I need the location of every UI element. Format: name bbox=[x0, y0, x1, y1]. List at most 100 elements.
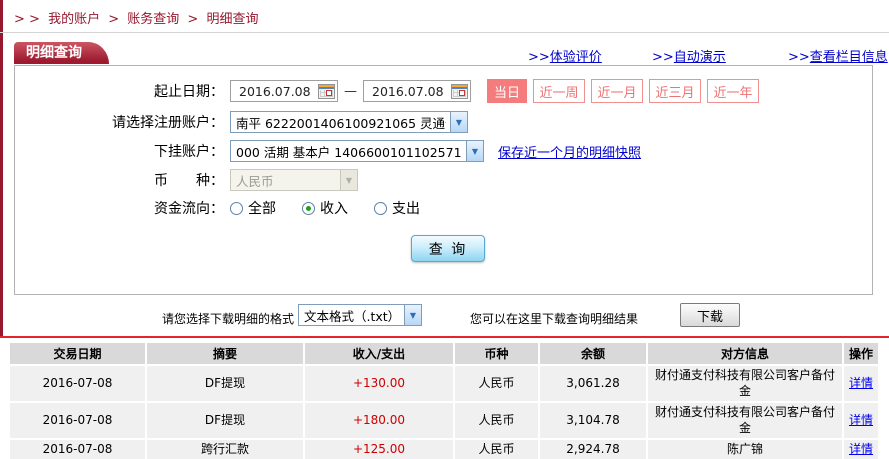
cell-balance: 3,061.28 bbox=[540, 366, 648, 404]
link-chevrons: >> bbox=[652, 50, 674, 65]
date-from-value: 2016.07.08 bbox=[239, 83, 311, 99]
query-button[interactable]: 查 询 bbox=[411, 235, 485, 262]
period-button-quarter[interactable]: 近三月 bbox=[649, 79, 701, 103]
currency-value: 人民币 bbox=[236, 173, 274, 189]
link-label: 自动演示 bbox=[673, 50, 726, 65]
link-label: 体验评价 bbox=[549, 50, 602, 65]
register-account-row: 请选择注册账户： 南平 6222001406100921065 灵通卡 bbox=[15, 109, 468, 135]
sub-account-label: 下挂账户： bbox=[154, 144, 224, 160]
currency-label: 币 种： bbox=[154, 173, 224, 189]
download-format-select[interactable]: 文本格式（.txt） bbox=[298, 304, 422, 326]
cell-summary: 跨行汇款 bbox=[147, 440, 305, 459]
breadcrumb-separator: > bbox=[187, 12, 199, 27]
detail-query-page: > > 我的账户 > 账务查询 > 明细查询 明细查询 >>体验评价 >>自动演… bbox=[0, 0, 889, 459]
experience-rating-link[interactable]: >>体验评价 bbox=[528, 46, 602, 65]
calendar-icon[interactable] bbox=[451, 83, 468, 99]
cell-summary: DF提现 bbox=[147, 366, 305, 404]
query-form: 起止日期： 2016.07.08 — 2016.07.08 当日 近一周 近一月… bbox=[14, 65, 873, 295]
cell-currency: 人民币 bbox=[455, 366, 540, 404]
auto-demo-link[interactable]: >>自动演示 bbox=[652, 46, 726, 65]
download-button[interactable]: 下载 bbox=[680, 303, 740, 327]
cell-date: 2016-07-08 bbox=[10, 403, 147, 441]
breadcrumb-separator: > bbox=[108, 12, 120, 27]
link-label: 查看栏目信息 bbox=[809, 50, 888, 65]
breadcrumb-item-account-query[interactable]: 账务查询 bbox=[127, 12, 179, 27]
left-border-strip bbox=[0, 0, 3, 338]
calendar-icon[interactable] bbox=[318, 83, 335, 99]
register-account-select[interactable]: 南平 6222001406100921065 灵通卡 bbox=[230, 111, 468, 133]
register-account-value: 南平 6222001406100921065 灵通卡 bbox=[236, 115, 446, 131]
radio-unchecked-icon bbox=[374, 201, 387, 215]
save-snapshot-link[interactable]: 保存近一个月的明细快照 bbox=[498, 142, 641, 161]
table-row: 2016-07-08 跨行汇款 +125.00 人民币 2,924.78 陈广锦… bbox=[10, 440, 880, 459]
breadcrumb: > > 我的账户 > 账务查询 > 明细查询 bbox=[14, 8, 262, 27]
date-to-value: 2016.07.08 bbox=[372, 83, 444, 99]
table-row: 2016-07-08 DF提现 +180.00 人民币 3,104.78 财付通… bbox=[10, 403, 880, 441]
cell-counterparty: 财付通支付科技有限公司客户备付金 bbox=[648, 403, 844, 441]
flow-label: 资金流向： bbox=[154, 201, 224, 217]
date-range-row: 起止日期： 2016.07.08 — 2016.07.08 当日 近一周 近一月… bbox=[15, 78, 759, 104]
cell-date: 2016-07-08 bbox=[10, 366, 147, 404]
view-column-info-link[interactable]: >>查看栏目信息 bbox=[788, 46, 888, 65]
transaction-table: 交易日期 摘要 收入/支出 币种 余额 对方信息 操作 2016-07-08 D… bbox=[10, 343, 880, 459]
tab-label: 明细查询 bbox=[26, 45, 82, 61]
flow-option-expense-label: 支出 bbox=[392, 201, 420, 217]
cell-counterparty: 陈广锦 bbox=[648, 440, 844, 459]
col-header-amount: 收入/支出 bbox=[305, 343, 455, 366]
table-row: 2016-07-08 DF提现 +130.00 人民币 3,061.28 财付通… bbox=[10, 366, 880, 404]
detail-link[interactable]: 详情 bbox=[849, 413, 873, 427]
flow-option-income[interactable]: 收入 bbox=[302, 198, 348, 218]
col-header-action: 操作 bbox=[844, 343, 880, 366]
cell-summary: DF提现 bbox=[147, 403, 305, 441]
link-chevrons: >> bbox=[788, 50, 810, 65]
currency-row: 币 种： 人民币 bbox=[15, 167, 358, 193]
date-range-dash: — bbox=[344, 83, 357, 99]
breadcrumb-item-my-account[interactable]: 我的账户 bbox=[48, 12, 100, 27]
col-header-summary: 摘要 bbox=[147, 343, 305, 366]
cell-counterparty: 财付通支付科技有限公司客户备付金 bbox=[648, 366, 844, 404]
dropdown-arrow-icon bbox=[404, 305, 421, 325]
flow-option-all-label: 全部 bbox=[248, 201, 276, 217]
flow-option-all[interactable]: 全部 bbox=[230, 198, 276, 218]
radio-checked-icon bbox=[302, 201, 315, 215]
period-button-week[interactable]: 近一周 bbox=[533, 79, 585, 103]
cell-amount: +125.00 bbox=[305, 440, 455, 459]
flow-option-income-label: 收入 bbox=[320, 201, 348, 217]
period-button-month[interactable]: 近一月 bbox=[591, 79, 643, 103]
sub-account-select[interactable]: 000 活期 基本户 1406600101102571848 bbox=[230, 140, 484, 162]
breadcrumb-prefix: > > bbox=[14, 12, 40, 27]
cell-currency: 人民币 bbox=[455, 440, 540, 459]
download-format-value: 文本格式（.txt） bbox=[304, 308, 400, 324]
download-hint-text: 您可以在这里下载查询明细结果 bbox=[470, 312, 639, 326]
register-account-label: 请选择注册账户： bbox=[112, 115, 224, 131]
cell-currency: 人民币 bbox=[455, 403, 540, 441]
period-button-today[interactable]: 当日 bbox=[487, 79, 527, 103]
period-button-year[interactable]: 近一年 bbox=[707, 79, 759, 103]
flow-option-expense[interactable]: 支出 bbox=[374, 198, 420, 218]
detail-link[interactable]: 详情 bbox=[849, 376, 873, 390]
table-top-divider bbox=[0, 336, 889, 338]
download-format-label: 请您选择下载明细的格式 bbox=[162, 312, 295, 326]
tab-detail-query[interactable]: 明细查询 bbox=[14, 42, 109, 64]
sub-account-value: 000 活期 基本户 1406600101102571848 bbox=[236, 144, 462, 160]
date-to-input[interactable]: 2016.07.08 bbox=[363, 80, 471, 102]
sub-account-row: 下挂账户： 000 活期 基本户 1406600101102571848 保存近… bbox=[15, 138, 641, 164]
col-header-currency: 币种 bbox=[455, 343, 540, 366]
cell-balance: 2,924.78 bbox=[540, 440, 648, 459]
currency-select-disabled: 人民币 bbox=[230, 169, 358, 191]
breadcrumb-item-detail-query[interactable]: 明细查询 bbox=[206, 12, 258, 27]
col-header-balance: 余额 bbox=[540, 343, 648, 366]
dropdown-arrow-icon bbox=[466, 141, 483, 161]
cell-amount: +180.00 bbox=[305, 403, 455, 441]
date-range-label: 起止日期： bbox=[154, 84, 224, 100]
cell-date: 2016-07-08 bbox=[10, 440, 147, 459]
radio-unchecked-icon bbox=[230, 201, 243, 215]
detail-link[interactable]: 详情 bbox=[849, 442, 873, 456]
col-header-date: 交易日期 bbox=[10, 343, 147, 366]
cell-amount: +130.00 bbox=[305, 366, 455, 404]
dropdown-arrow-icon bbox=[340, 170, 357, 190]
top-divider bbox=[0, 32, 889, 33]
date-from-input[interactable]: 2016.07.08 bbox=[230, 80, 338, 102]
table-header-row: 交易日期 摘要 收入/支出 币种 余额 对方信息 操作 bbox=[10, 343, 880, 366]
flow-row: 资金流向： 全部 收入 支出 bbox=[15, 195, 446, 221]
